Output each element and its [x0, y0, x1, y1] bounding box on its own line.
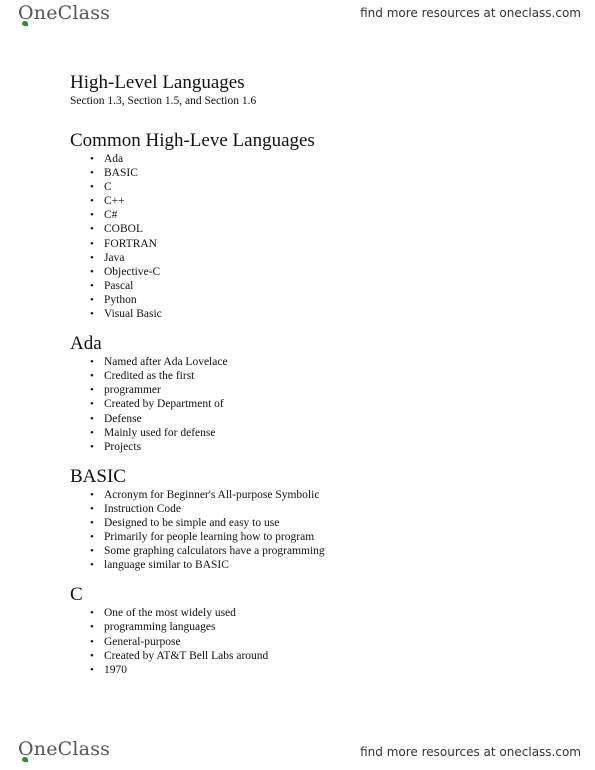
list-item: Some graphing calculators have a program…: [90, 544, 550, 558]
list-item: Credited as the first: [90, 369, 550, 383]
list-item: programmer: [90, 383, 550, 397]
oneclass-logo-header[interactable]: OneClass: [18, 2, 111, 26]
document-subtitle: Section 1.3, Section 1.5, and Section 1.…: [70, 95, 257, 107]
list-item: Visual Basic: [90, 307, 550, 321]
list-item: Designed to be simple and easy to use: [90, 516, 550, 530]
list-item: language similar to BASIC: [90, 558, 550, 572]
list-item: BASIC: [90, 166, 550, 180]
header-resources-link[interactable]: find more resources at oneclass.com: [360, 6, 581, 20]
bullet-list: AdaBASICCC++C#COBOLFORTRANJavaObjective-…: [70, 152, 550, 321]
list-item: Python: [90, 293, 550, 307]
list-item: FORTRAN: [90, 237, 550, 251]
list-item: programming languages: [90, 620, 550, 634]
list-item: Created by Department of: [90, 397, 550, 411]
brand-text: OneClass: [18, 738, 111, 760]
bullet-list: One of the most widely usedprogramming l…: [70, 606, 550, 677]
footer-resources-link[interactable]: find more resources at oneclass.com: [360, 745, 581, 759]
section-heading: BASIC: [70, 465, 126, 487]
list-item: Java: [90, 251, 550, 265]
document-body: High-Level Languages Section 1.3, Sectio…: [70, 72, 550, 689]
section-heading: C: [70, 584, 83, 606]
list-item: Defense: [90, 412, 550, 426]
list-item: COBOL: [90, 222, 550, 236]
list-item: Ada: [90, 152, 550, 166]
list-item: Instruction Code: [90, 502, 550, 516]
list-item: Created by AT&T Bell Labs around: [90, 649, 550, 663]
section-heading: Common High-Leve Languages: [70, 130, 315, 151]
document-title: High-Level Languages: [70, 72, 245, 93]
list-item: Primarily for people learning how to pro…: [90, 530, 550, 544]
list-item: Projects: [90, 440, 550, 454]
list-item: Objective-C: [90, 265, 550, 279]
list-item: C: [90, 180, 550, 194]
list-item: One of the most widely used: [90, 606, 550, 620]
list-item: Pascal: [90, 279, 550, 293]
list-item: Mainly used for defense: [90, 426, 550, 440]
list-item: C#: [90, 208, 550, 222]
list-item: Acronym for Beginner's All-purpose Symbo…: [90, 488, 550, 502]
brand-text: OneClass: [18, 2, 111, 24]
list-item: 1970: [90, 663, 550, 677]
oneclass-logo-footer[interactable]: OneClass: [18, 738, 111, 762]
list-item: C++: [90, 194, 550, 208]
bullet-list: Named after Ada LovelaceCredited as the …: [70, 355, 550, 454]
list-item: General-purpose: [90, 635, 550, 649]
bullet-list: Acronym for Beginner's All-purpose Symbo…: [70, 488, 550, 573]
list-item: Named after Ada Lovelace: [90, 355, 550, 369]
section-heading: Ada: [70, 333, 102, 355]
sections-container: Common High-Leve LanguagesAdaBASICCC++C#…: [70, 130, 550, 677]
